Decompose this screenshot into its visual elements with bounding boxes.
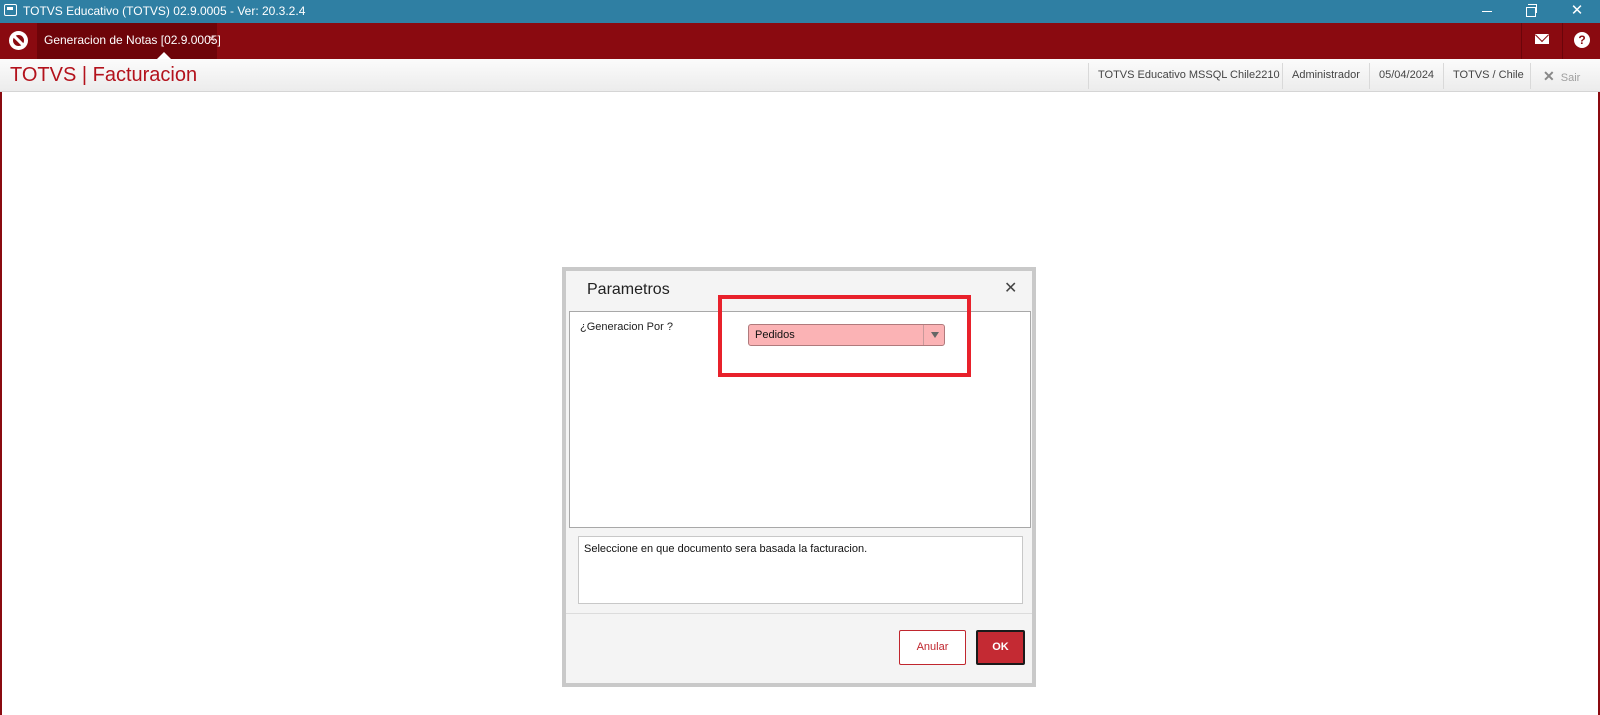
parametros-dialog: Parametros ✕ ¿Generacion Por ? Pedidos S… (562, 267, 1036, 687)
select-value: Pedidos (755, 329, 795, 341)
help-description-box: Seleccione en que documento sera basada … (578, 536, 1023, 604)
page-title: TOTVS | Facturacion (10, 64, 198, 86)
header-divider (1282, 63, 1283, 89)
exit-label: Sair (1560, 72, 1581, 84)
restore-icon (1526, 4, 1537, 18)
dialog-footer-divider (566, 613, 1032, 614)
window-titlebar: TOTVS Educativo (TOTVS) 02.9.0005 - Ver:… (0, 0, 1600, 23)
dialog-close-icon[interactable]: ✕ (1004, 278, 1017, 298)
window-close-button[interactable]: ✕ (1554, 0, 1600, 23)
header-divider (1443, 63, 1444, 89)
toolbar-divider (1562, 23, 1563, 59)
header-divider (1530, 63, 1531, 89)
window-title: TOTVS Educativo (TOTVS) 02.9.0005 - Ver:… (23, 4, 306, 18)
date-label: 05/04/2024 (1379, 69, 1435, 81)
header-divider (1369, 63, 1370, 89)
tab-close-icon[interactable]: × (208, 31, 216, 46)
help-description-text: Seleccione en que documento sera basada … (584, 543, 868, 555)
user-label: Administrador (1292, 69, 1360, 81)
dialog-title: Parametros (587, 281, 670, 298)
generacion-por-label: ¿Generacion Por ? (580, 321, 673, 333)
app-window-icon (4, 4, 17, 16)
help-icon[interactable]: ? (1574, 32, 1590, 48)
parameters-panel: ¿Generacion Por ? Pedidos (569, 311, 1031, 528)
totvs-logo-icon[interactable] (9, 31, 28, 50)
header-divider (1088, 63, 1089, 89)
exit-icon: ✕ (1543, 68, 1555, 84)
chevron-down-icon[interactable] (931, 332, 939, 338)
minimize-button[interactable] (1464, 0, 1510, 23)
toolbar-divider (1521, 23, 1522, 59)
app-header: TOTVS | Facturacion TOTVS Educativo MSSQ… (0, 59, 1600, 92)
restore-button[interactable] (1508, 0, 1554, 23)
tab-label: Generacion de Notas [02.9.0005] (44, 33, 221, 47)
cancel-button[interactable]: Anular (899, 630, 966, 665)
tab-active-caret (157, 52, 171, 59)
mail-icon[interactable] (1535, 34, 1549, 44)
exit-button[interactable]: ✕ Sair (1543, 68, 1580, 85)
generacion-por-select[interactable]: Pedidos (748, 324, 945, 346)
environment-label: TOTVS Educativo MSSQL Chile2210 (1098, 69, 1280, 81)
tab-generacion-de-notas[interactable]: Generacion de Notas [02.9.0005] × (37, 23, 221, 59)
select-divider (923, 325, 924, 345)
tab-bar: Generacion de Notas [02.9.0005] × ? (0, 23, 1600, 59)
company-label: TOTVS / Chile (1453, 69, 1524, 81)
minimize-icon (1482, 10, 1492, 12)
ok-button[interactable]: OK (976, 630, 1025, 665)
